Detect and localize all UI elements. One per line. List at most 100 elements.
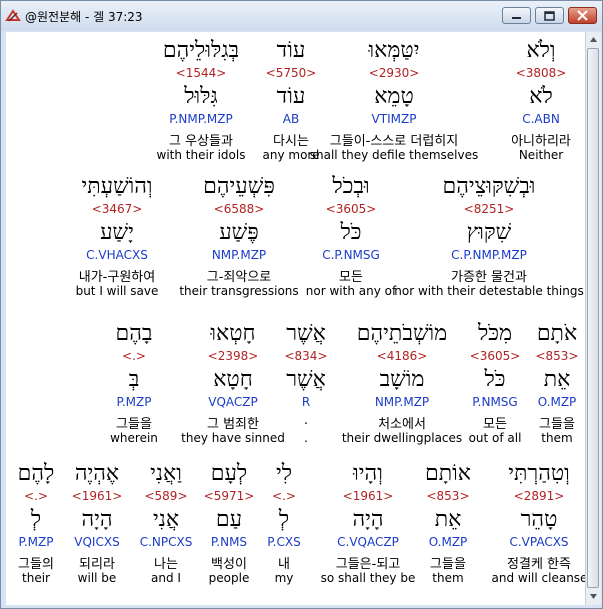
hebrew-word: חָטְאוּ	[210, 321, 256, 346]
strong-number[interactable]: <.>	[99, 349, 169, 363]
word-block[interactable]: מִכֹּל <3605> כֹּל P.NMSG 모든 out of all	[460, 315, 530, 451]
morphology-code[interactable]: VQICXS	[62, 535, 132, 549]
morphology-code[interactable]: P.NMSG	[460, 395, 530, 409]
word-block[interactable]: וְהָיוּ <1961> הָיָה C.VQACZP 그들은-되고 so shall…	[308, 455, 428, 591]
english-gloss: them	[541, 431, 573, 445]
scrollbar-thumb[interactable]	[587, 48, 599, 588]
interlinear-text-panel[interactable]: וְלֹא <3808> לֹא C.ABN 아니하리라 Neither יִטַּמְּא…	[6, 32, 585, 605]
word-block[interactable]: יִטַּמְּאוּ <2930> טָמֵא VTIMZP 그들이-스스로 더럽히지…	[309, 32, 479, 168]
lemma-word: טָהֵר	[520, 507, 558, 532]
word-block[interactable]: וַאֲנִי <589> אֲנִי C.NPCXS 나는 and I	[134, 455, 199, 591]
korean-gloss: 그들은-되고	[335, 557, 401, 572]
word-block[interactable]: לִי <.> לְ P.CXS 내 my	[259, 455, 309, 591]
maximize-button[interactable]	[535, 7, 564, 24]
lemma-word: שִׁקּוּץ	[466, 220, 512, 245]
word-block[interactable]: אֹתָם <853> אֵת O.MZP 그들을 them	[525, 315, 586, 451]
hebrew-word: לָהֶם	[17, 461, 55, 486]
english-gloss: with their idols	[156, 148, 246, 162]
korean-gloss: 그 범죄한	[207, 417, 259, 432]
scroll-down-arrow-icon[interactable]	[586, 589, 601, 604]
morphology-code[interactable]: P.CXS	[259, 535, 309, 549]
morphology-code[interactable]: P.MZP	[6, 535, 66, 549]
lemma-word: הָיָה	[352, 507, 384, 532]
strong-number[interactable]: <5971>	[199, 489, 259, 503]
lemma-word: בְּ	[128, 367, 140, 392]
word-block[interactable]: אֶהְיֶה <1961> הָיָה VQICXS 되리라 will be	[62, 455, 132, 591]
strong-number[interactable]: <589>	[134, 489, 199, 503]
word-block[interactable]: בְּגִלּוּלֵיהֶם <1544> גִּלּוּל P.NMP.MZP 그 …	[146, 32, 256, 168]
hebrew-word: וְהוֹשַׁעְתִּי	[81, 174, 153, 199]
strong-number[interactable]: <6588>	[172, 202, 307, 216]
word-block[interactable]: עוֹד <5750> עוֹד AB 다시는 any more	[251, 32, 331, 168]
word-block[interactable]: חָטְאוּ <2398> חָטָא VQACZP 그 범죄한 they have s…	[176, 315, 291, 451]
hebrew-word: וַאֲנִי	[150, 461, 182, 486]
morphology-code[interactable]: P.MZP	[99, 395, 169, 409]
lemma-word: טָמֵא	[374, 84, 414, 109]
title-bar[interactable]: @원전분해 - 겔 37:23	[1, 1, 602, 31]
morphology-code[interactable]: VTIMZP	[309, 112, 479, 126]
strong-number[interactable]: <1544>	[146, 66, 256, 80]
strong-number[interactable]: <.>	[6, 489, 66, 503]
scroll-up-arrow-icon[interactable]	[586, 32, 601, 47]
strong-number[interactable]: <3808>	[501, 66, 581, 80]
english-gloss: nor with any of	[305, 284, 397, 298]
strong-number[interactable]: <853>	[525, 349, 586, 363]
word-block[interactable]: וּבְכֹל <3605> כֹּל C.P.NMSG 모든 nor with any …	[296, 168, 406, 304]
hebrew-word: אֹתָם	[536, 321, 578, 346]
word-block[interactable]: וְלֹא <3808> לֹא C.ABN 아니하리라 Neither	[501, 32, 581, 168]
hebrew-word: לִי	[275, 461, 293, 486]
minimize-button[interactable]	[502, 7, 531, 24]
lemma-word: כֹּל	[340, 220, 362, 245]
strong-number[interactable]: <2891>	[492, 489, 586, 503]
korean-gloss: 나는	[154, 557, 178, 572]
word-block[interactable]: וְהוֹשַׁעְתִּי <3467> יָשַׁע C.VHACXS 내가-구원하…	[67, 168, 167, 304]
korean-gloss: 가증한 물건과	[451, 270, 527, 285]
morphology-code[interactable]: C.VQACZP	[308, 535, 428, 549]
lemma-word: מוֹשָׁב	[379, 367, 425, 392]
vertical-scrollbar[interactable]	[585, 32, 601, 605]
morphology-code[interactable]: C.VHACXS	[67, 248, 167, 262]
english-gloss: out of all	[468, 431, 522, 445]
strong-number[interactable]: <2398>	[176, 349, 291, 363]
hebrew-word: וְטִהַרְתִּי	[508, 461, 570, 486]
strong-number[interactable]: <8251>	[394, 202, 584, 216]
strong-number[interactable]: <3605>	[296, 202, 406, 216]
lemma-word: לֹא	[529, 84, 553, 109]
english-gloss: my	[274, 571, 294, 585]
korean-gloss: 그 우상들과	[169, 134, 233, 149]
hebrew-word: אֶהְיֶה	[74, 461, 120, 486]
morphology-code[interactable]: NMP.MZP	[337, 395, 467, 409]
word-block[interactable]: בָהֶם <.> בְּ P.MZP 그들을 wherein	[99, 315, 169, 451]
hebrew-word: יִטַּמְּאוּ	[368, 38, 420, 63]
morphology-code[interactable]: P.NMP.MZP	[146, 112, 256, 126]
hebrew-word: וְלֹא	[526, 38, 556, 63]
lemma-word: לְ	[30, 507, 42, 532]
hebrew-word: וּבְשִׁקּוּצֵיהֶם	[442, 174, 536, 199]
word-block[interactable]: וְטִהַרְתִּי <2891> טָהֵר C.VPACXS 정결케 한즉 and…	[492, 455, 586, 591]
word-block[interactable]: לָהֶם <.> לְ P.MZP 그들의 their	[6, 455, 66, 591]
morphology-code[interactable]: AB	[251, 112, 331, 126]
word-block[interactable]: לְעָם <5971> עַם P.NMS 백성이 people	[199, 455, 259, 591]
morphology-code[interactable]: O.MZP	[525, 395, 586, 409]
strong-number[interactable]: <.>	[259, 489, 309, 503]
morphology-code[interactable]: VQACZP	[176, 395, 291, 409]
morphology-code[interactable]: P.NMS	[199, 535, 259, 549]
word-block[interactable]: וּבְשִׁקּוּצֵיהֶם <8251> שִׁקּוּץ C.P.NMP.M…	[394, 168, 584, 304]
morphology-code[interactable]: C.P.NMP.MZP	[394, 248, 584, 262]
morphology-code[interactable]: C.VPACXS	[492, 535, 586, 549]
korean-gloss: 그들이-스스로 더럽히지	[329, 134, 459, 149]
morphology-code[interactable]: C.NPCXS	[134, 535, 199, 549]
strong-number[interactable]: <3467>	[67, 202, 167, 216]
morphology-code[interactable]: NMP.MZP	[172, 248, 307, 262]
morphology-code[interactable]: C.ABN	[501, 112, 581, 126]
strong-number[interactable]: <1961>	[308, 489, 428, 503]
close-button[interactable]	[568, 7, 597, 24]
strong-number[interactable]: <2930>	[309, 66, 479, 80]
word-block[interactable]: מוֹשְׁבֹתֵיהֶם <4186> מוֹשָׁב NMP.MZP 처소에서 th…	[337, 315, 467, 451]
strong-number[interactable]: <1961>	[62, 489, 132, 503]
strong-number[interactable]: <4186>	[337, 349, 467, 363]
strong-number[interactable]: <5750>	[251, 66, 331, 80]
strong-number[interactable]: <3605>	[460, 349, 530, 363]
morphology-code[interactable]: C.P.NMSG	[296, 248, 406, 262]
word-block[interactable]: פִּשְׁעֵיהֶם <6588> פֶּשַׁע NMP.MZP 그-죄악으로 th…	[172, 168, 307, 304]
